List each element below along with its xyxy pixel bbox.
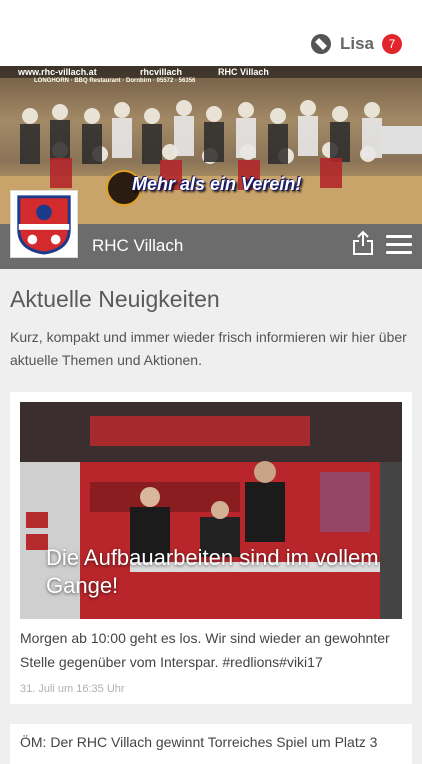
app-logo-icon bbox=[310, 34, 331, 54]
page-intro: Kurz, kompakt und immer wieder frisch in… bbox=[10, 329, 407, 368]
page-title: Aktuelle Neuigkeiten bbox=[10, 286, 220, 312]
news-card[interactable]: Die Aufbauarbeiten sind im vollem Gange!… bbox=[10, 392, 412, 704]
hero-fb-text: RHC Villach bbox=[218, 67, 269, 77]
user-menu[interactable]: Lisa 7 bbox=[310, 32, 402, 56]
news-text: Morgen ab 10:00 geht es los. Wir sind wi… bbox=[20, 630, 390, 670]
hero-slogan: Mehr als ein Verein! bbox=[132, 174, 302, 194]
news-card[interactable]: ÖM: Der RHC Villach gewinnt Torreiches S… bbox=[10, 724, 412, 764]
hero-handle-text: rhcvillach bbox=[140, 67, 183, 77]
news-image[interactable]: Die Aufbauarbeiten sind im vollem Gange! bbox=[20, 402, 402, 619]
club-logo[interactable] bbox=[10, 190, 78, 258]
news-headline[interactable]: Die Aufbauarbeiten sind im vollem Gange! bbox=[46, 544, 386, 600]
hamburger-menu-icon[interactable] bbox=[386, 235, 412, 255]
top-bar: Lisa 7 bbox=[0, 0, 422, 66]
news-date: 31. Juli um 16:35 Uhr bbox=[20, 683, 125, 695]
share-icon[interactable] bbox=[352, 230, 374, 256]
news-headline[interactable]: ÖM: Der RHC Villach gewinnt Torreiches S… bbox=[20, 734, 404, 750]
hero-sponsor-text: LONGHORN · BBQ Restaurant · Dornbirn · 0… bbox=[34, 78, 196, 84]
club-name: RHC Villach bbox=[92, 236, 184, 255]
hero-url-text: www.rhc-villach.at bbox=[18, 67, 97, 77]
user-name[interactable]: Lisa bbox=[340, 34, 374, 54]
notification-badge[interactable]: 7 bbox=[382, 34, 402, 54]
